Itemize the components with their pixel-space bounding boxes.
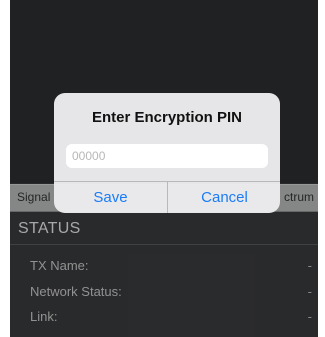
dialog-title: Enter Encryption PIN xyxy=(91,109,243,126)
pin-input[interactable] xyxy=(66,144,268,168)
save-button[interactable]: Save xyxy=(54,182,167,213)
encryption-pin-dialog: Enter Encryption PIN Save Cancel xyxy=(54,93,280,213)
cancel-button[interactable]: Cancel xyxy=(168,182,280,213)
app-screen: Signal ctrum STATUS TX Name: - Network S… xyxy=(10,0,318,337)
